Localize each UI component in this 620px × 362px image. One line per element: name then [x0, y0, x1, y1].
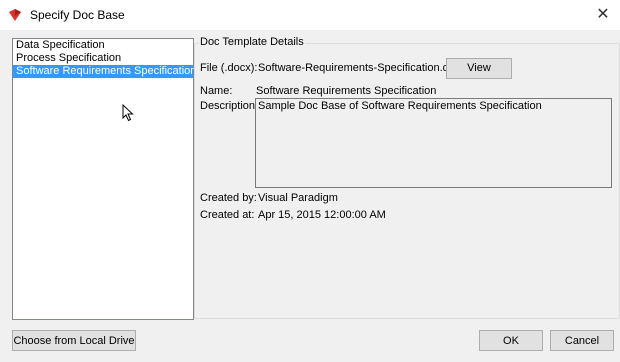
doc-template-details: Doc Template Details File (.docx): Softw…: [194, 36, 620, 320]
ok-button[interactable]: OK: [479, 330, 543, 351]
list-item-process-specification[interactable]: Process Specification: [13, 52, 193, 65]
doc-base-list[interactable]: Data Specification Process Specification…: [12, 38, 196, 320]
list-item-data-specification[interactable]: Data Specification: [13, 39, 193, 52]
file-label: File (.docx):: [200, 62, 258, 74]
mouse-pointer-icon: [122, 104, 134, 122]
description-field[interactable]: Sample Doc Base of Software Requirements…: [255, 98, 612, 188]
created-at-value: Apr 15, 2015 12:00:00 AM: [258, 209, 386, 221]
title-bar: Specify Doc Base ✕: [0, 0, 620, 30]
dialog-body: Data Specification Process Specification…: [0, 30, 620, 362]
list-item-software-requirements-specification[interactable]: Software Requirements Specification: [13, 65, 196, 78]
name-value: Software Requirements Specification: [256, 85, 437, 97]
created-by-value: Visual Paradigm: [258, 192, 338, 204]
name-label: Name:: [200, 85, 233, 97]
window-title: Specify Doc Base: [30, 8, 125, 22]
created-at-label: Created at:: [200, 209, 255, 221]
view-button[interactable]: View: [446, 58, 512, 79]
created-by-label: Created by:: [200, 192, 257, 204]
cancel-button[interactable]: Cancel: [550, 330, 614, 351]
details-group-title: Doc Template Details: [199, 36, 305, 48]
description-label: Description:: [200, 100, 259, 112]
visual-paradigm-app-icon: [9, 9, 21, 21]
choose-from-local-drive-button[interactable]: Choose from Local Drive: [12, 330, 136, 351]
close-button[interactable]: ✕: [592, 4, 614, 26]
file-value: Software-Requirements-Specification.docx: [258, 62, 466, 74]
